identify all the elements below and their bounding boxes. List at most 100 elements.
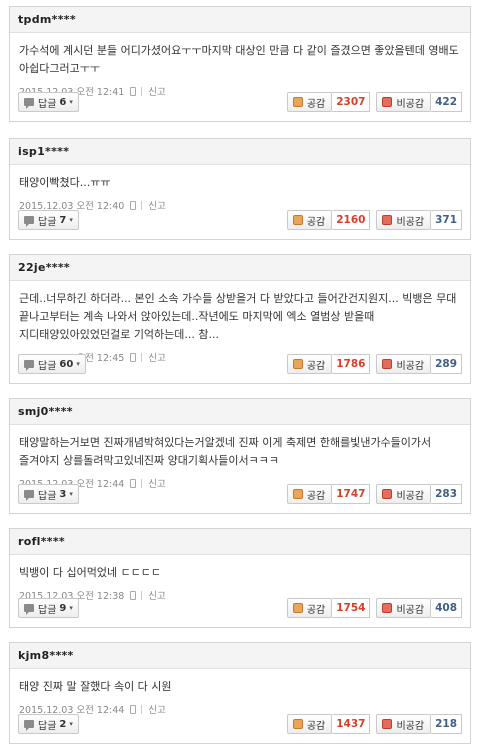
like-count: 1786 — [332, 354, 371, 374]
dislike-label: 비공감 — [396, 604, 425, 616]
thumbs-down-icon — [382, 215, 393, 225]
like-count: 1754 — [332, 598, 371, 618]
like-label: 공감 — [306, 490, 326, 502]
comment-header: 22je**** — [10, 255, 470, 281]
reply-button[interactable]: 답글 7 ▾ — [18, 210, 79, 230]
thumbs-down-icon — [382, 719, 393, 729]
comment-item: isp1**** 태양이빡쳤다...ㅠㅠ 2015.12.03 오전 12:40… — [9, 138, 471, 240]
comment-text: 태양말하는거보면 진짜개념박혀있다는거알겠네 진짜 이게 축제면 한해를빛낸가수… — [19, 436, 432, 467]
dislike-button[interactable]: 비공감 — [376, 210, 432, 230]
thumbs-down-icon — [382, 489, 393, 499]
reply-count: 6 — [59, 96, 67, 108]
dislike-button[interactable]: 비공감 — [376, 354, 432, 374]
comment-text: 가수석에 계시던 분들 어디가셨어요ㅜㅜ마지막 대상인 만큼 다 같이 즐겼으면… — [19, 44, 459, 75]
like-button[interactable]: 공감 — [286, 354, 333, 374]
comment-text: 태양 진짜 말 잘했다 속이 다 시원 — [19, 680, 172, 693]
comment-username[interactable]: smj0**** — [18, 405, 73, 418]
dislike-label: 비공감 — [396, 720, 425, 732]
thumbs-up-icon — [292, 359, 303, 369]
comment-username[interactable]: rofl**** — [18, 535, 65, 548]
thumbs-down-icon — [382, 97, 393, 107]
dislike-button[interactable]: 비공감 — [376, 92, 432, 112]
reply-label: 답글 — [38, 360, 57, 372]
dislike-label: 비공감 — [396, 490, 425, 502]
like-button[interactable]: 공감 — [286, 210, 333, 230]
chevron-down-icon: ▾ — [69, 490, 73, 498]
speech-bubble-icon — [24, 720, 34, 731]
reply-label: 답글 — [38, 98, 57, 110]
comment-item: smj0**** 태양말하는거보면 진짜개념박혀있다는거알겠네 진짜 이게 축제… — [9, 398, 471, 514]
comment-username[interactable]: kjm8**** — [18, 649, 74, 662]
thumbs-down-icon — [382, 603, 393, 613]
speech-bubble-icon — [24, 490, 34, 501]
reply-count: 3 — [59, 488, 67, 500]
comment-item: 22je**** 근데..너무하긴 하더라... 본인 소속 가수들 상받을거 … — [9, 254, 471, 384]
dislike-count: 283 — [431, 484, 462, 504]
thumbs-up-icon — [292, 215, 303, 225]
comment-username[interactable]: 22je**** — [18, 261, 70, 274]
speech-bubble-icon — [24, 604, 34, 615]
like-label: 공감 — [306, 98, 326, 110]
comment-item: rofl**** 빅뱅이 다 십어먹었네 ㄷㄷㄷㄷ 2015.12.03 오전 … — [9, 528, 471, 628]
like-button[interactable]: 공감 — [286, 714, 333, 734]
reply-button[interactable]: 답글 2 ▾ — [18, 714, 79, 734]
like-button[interactable]: 공감 — [286, 92, 333, 112]
like-button[interactable]: 공감 — [286, 484, 333, 504]
dislike-label: 비공감 — [396, 360, 425, 372]
dislike-button[interactable]: 비공감 — [376, 714, 432, 734]
dislike-count: 408 — [431, 598, 462, 618]
speech-bubble-icon — [24, 216, 34, 227]
thumbs-up-icon — [292, 719, 303, 729]
reply-count: 60 — [59, 358, 74, 370]
chevron-down-icon: ▾ — [69, 98, 73, 106]
comment-username[interactable]: tpdm**** — [18, 13, 76, 26]
dislike-count: 218 — [431, 714, 462, 734]
comment-header: tpdm**** — [10, 7, 470, 33]
like-label: 공감 — [306, 720, 326, 732]
comment-header: isp1**** — [10, 139, 470, 165]
like-count: 1437 — [332, 714, 371, 734]
like-label: 공감 — [306, 216, 326, 228]
like-label: 공감 — [306, 360, 326, 372]
thumbs-up-icon — [292, 603, 303, 613]
dislike-label: 비공감 — [396, 98, 425, 110]
comment-list: tpdm**** 가수석에 계시던 분들 어디가셨어요ㅜㅜ마지막 대상인 만큼 … — [0, 0, 480, 753]
chevron-down-icon: ▾ — [69, 720, 73, 728]
reply-label: 답글 — [38, 604, 57, 616]
like-count: 2160 — [332, 210, 371, 230]
dislike-label: 비공감 — [396, 216, 425, 228]
thumbs-up-icon — [292, 489, 303, 499]
reply-button[interactable]: 답글 9 ▾ — [18, 598, 79, 618]
chevron-down-icon: ▾ — [76, 360, 80, 368]
reply-count: 9 — [59, 602, 67, 614]
reply-label: 답글 — [38, 720, 57, 732]
reply-button[interactable]: 답글 6 ▾ — [18, 92, 79, 112]
speech-bubble-icon — [24, 360, 34, 371]
dislike-count: 371 — [431, 210, 462, 230]
reply-label: 답글 — [38, 216, 57, 228]
dislike-button[interactable]: 비공감 — [376, 484, 432, 504]
dislike-button[interactable]: 비공감 — [376, 598, 432, 618]
chevron-down-icon: ▾ — [69, 604, 73, 612]
chevron-down-icon: ▾ — [69, 216, 73, 224]
like-label: 공감 — [306, 604, 326, 616]
speech-bubble-icon — [24, 98, 34, 109]
like-button[interactable]: 공감 — [286, 598, 333, 618]
comment-item: tpdm**** 가수석에 계시던 분들 어디가셨어요ㅜㅜ마지막 대상인 만큼 … — [9, 6, 471, 122]
reply-button[interactable]: 답글 60 ▾ — [18, 354, 86, 374]
like-count: 2307 — [332, 92, 371, 112]
dislike-count: 422 — [431, 92, 462, 112]
reply-button[interactable]: 답글 3 ▾ — [18, 484, 79, 504]
reply-count: 2 — [59, 718, 67, 730]
thumbs-up-icon — [292, 97, 303, 107]
comment-header: rofl**** — [10, 529, 470, 555]
comment-header: smj0**** — [10, 399, 470, 425]
comment-username[interactable]: isp1**** — [18, 145, 69, 158]
dislike-count: 289 — [431, 354, 462, 374]
reply-label: 답글 — [38, 490, 57, 502]
comment-header: kjm8**** — [10, 643, 470, 669]
reply-count: 7 — [59, 214, 67, 226]
thumbs-down-icon — [382, 359, 393, 369]
comment-item: kjm8**** 태양 진짜 말 잘했다 속이 다 시원 2015.12.03 … — [9, 642, 471, 744]
comment-text: 근데..너무하긴 하더라... 본인 소속 가수들 상받을거 다 받았다고 들어… — [19, 292, 457, 341]
